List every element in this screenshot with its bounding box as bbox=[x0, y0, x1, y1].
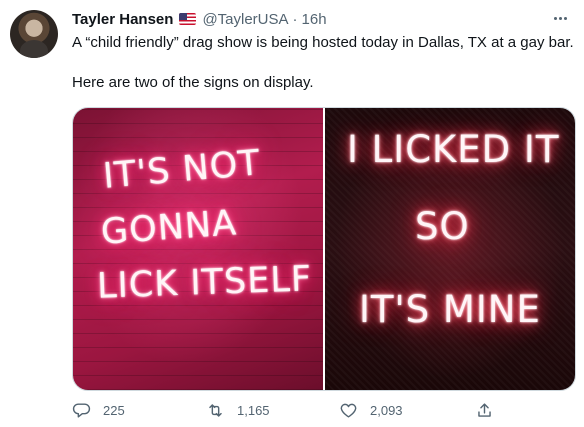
retweet-button[interactable]: 1,165 bbox=[206, 401, 270, 420]
tweet-text: A “child friendly” drag show is being ho… bbox=[72, 33, 577, 93]
media-photo-right[interactable]: I LICKED IT SO IT'S MINE bbox=[325, 108, 575, 390]
media-grid: IT'S NOT GONNA LICK ITSELF I LICKED IT S… bbox=[72, 107, 576, 391]
like-count: 2,093 bbox=[370, 402, 403, 418]
tweet-actions: 225 1,165 2,093 bbox=[72, 398, 576, 422]
neon-sign-line: IT'S MINE bbox=[359, 288, 541, 331]
neon-sign-line: SO bbox=[415, 205, 470, 248]
like-button[interactable]: 2,093 bbox=[339, 401, 403, 420]
display-name[interactable]: Tayler Hansen bbox=[72, 11, 173, 28]
tweet-text-line: A “child friendly” drag show is being ho… bbox=[72, 34, 574, 51]
user-handle[interactable]: @TaylerUSA bbox=[202, 11, 288, 28]
share-icon bbox=[478, 402, 491, 417]
share-button[interactable] bbox=[475, 401, 506, 420]
heart-icon bbox=[340, 403, 357, 418]
us-flag-icon bbox=[179, 13, 197, 25]
tweet-header: Tayler Hansen @TaylerUSA · 16h bbox=[72, 9, 327, 29]
reply-button[interactable]: 225 bbox=[72, 401, 125, 420]
tweet-text-line: Here are two of the signs on display. bbox=[72, 74, 314, 91]
timestamp[interactable]: 16h bbox=[302, 11, 327, 28]
neon-sign-line: IT'S NOT bbox=[101, 143, 263, 197]
reply-count: 225 bbox=[103, 402, 125, 418]
neon-sign-line: I LICKED IT bbox=[347, 128, 560, 171]
more-options-icon[interactable] bbox=[550, 10, 570, 26]
neon-sign-line: LICK ITSELF bbox=[96, 259, 313, 307]
tweet[interactable]: Tayler Hansen @TaylerUSA · 16h A “child … bbox=[0, 0, 584, 427]
reply-icon bbox=[72, 402, 91, 418]
media-photo-left[interactable]: IT'S NOT GONNA LICK ITSELF bbox=[73, 108, 323, 390]
avatar[interactable] bbox=[10, 10, 58, 58]
retweet-count: 1,165 bbox=[237, 402, 270, 418]
separator-dot: · bbox=[292, 10, 298, 28]
neon-sign-line: GONNA bbox=[99, 203, 239, 253]
retweet-icon bbox=[209, 403, 222, 417]
